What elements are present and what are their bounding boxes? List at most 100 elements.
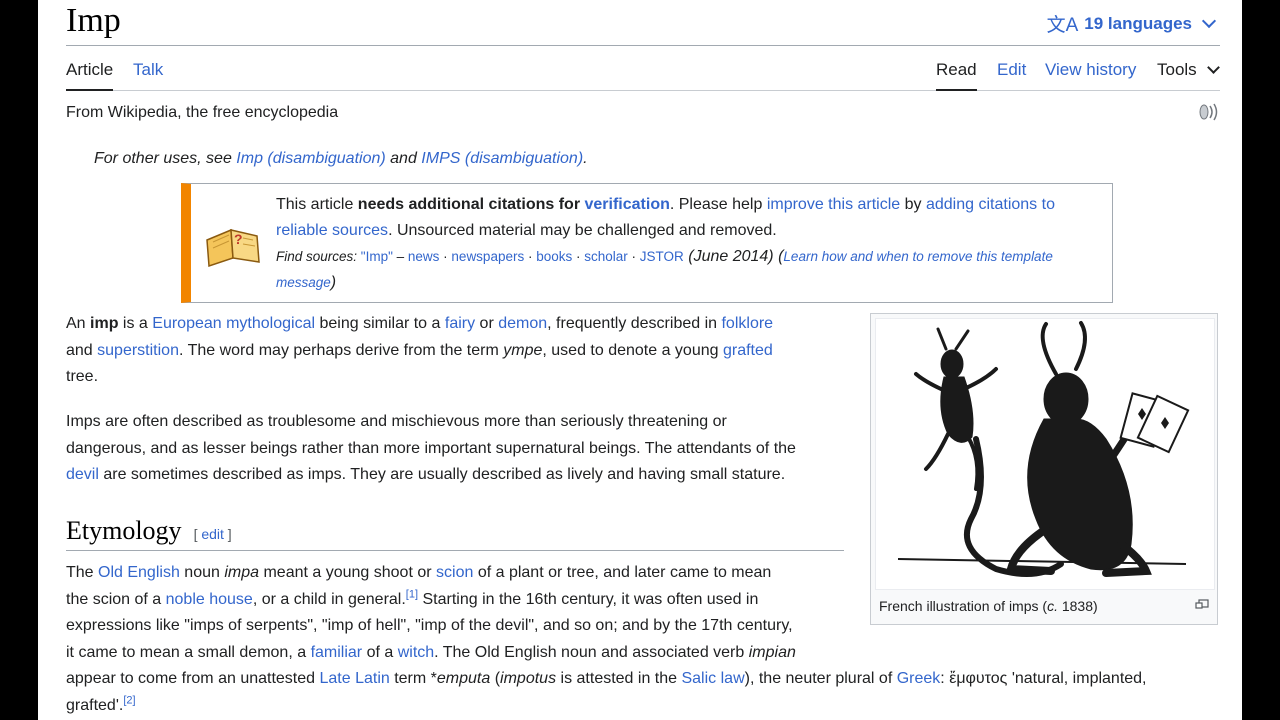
text: tree. [66,368,99,385]
language-count: 19 languages [1084,13,1192,33]
chevron-down-icon [1206,61,1220,74]
scholar-link[interactable]: scholar [584,249,628,264]
page-tabs: Article Talk Read Edit View history Tool… [66,46,1220,91]
tab-read[interactable]: Read [936,60,977,91]
noble-house-link[interactable]: noble house [166,591,253,608]
notice-text: This article needs additional citations … [276,192,1096,296]
find-sources-label: Find sources: [276,249,361,264]
text: . The word may perhaps derive from the t… [178,341,504,359]
tab-edit[interactable]: Edit [997,60,1026,80]
intro-paragraph: An imp is a European mythological being … [66,311,836,391]
text: term * [389,670,437,687]
news-link[interactable]: news [408,249,440,264]
imps-illustration[interactable] [875,318,1215,590]
familiar-link[interactable]: familiar [311,644,363,661]
title-bar: Imp 文A 19 languages [66,0,1220,46]
text: dangerous, and as lesser beings rather t… [66,439,796,457]
italic-term: impa [224,564,260,581]
text: appear to come from an unattested [66,670,320,687]
reference-2-link[interactable]: [2] [123,694,135,706]
source-query-link[interactable]: "Imp" [361,249,393,264]
text: of a [362,643,398,661]
scion-link[interactable]: scion [436,564,473,581]
greek-link[interactable]: Greek [897,670,941,687]
text: , frequently described in [547,315,722,332]
imps-disambiguation-link[interactable]: IMPS (disambiguation) [421,150,583,167]
devil-link[interactable]: devil [66,466,99,483]
italic-term: ympe [503,341,543,359]
verification-link[interactable]: verification [585,196,670,213]
text: are sometimes described as imps. They ar… [98,466,786,483]
italic-term: emputa [436,670,491,687]
page-title: Imp [66,2,121,39]
text: Imps are often described as troublesome … [66,413,727,430]
text: , used to denote a young [542,341,723,359]
question-book-icon: ? [206,228,260,268]
bracket: ] [223,526,232,542]
notice-text: ( [773,248,784,265]
folklore-link[interactable]: folklore [721,315,773,332]
etymology-heading: Etymology [ edit ] [66,516,844,551]
section-edit: [ edit ] [194,526,232,542]
salic-law-link[interactable]: Salic law [681,670,744,687]
text: is attested in the [556,670,682,687]
separator: · [627,249,640,264]
european-mythology-link[interactable]: European mythological [152,315,315,332]
text: is a [118,315,153,332]
imp-disambiguation-link[interactable]: Imp (disambiguation) [236,150,385,167]
hatnote-text: For other uses, see [94,150,237,167]
listen-audio-icon[interactable] [1196,102,1220,122]
text: or [475,315,499,332]
notice-date: (June 2014) [683,248,774,265]
bold-term: imp [90,315,119,332]
tab-article[interactable]: Article [66,60,114,91]
text: of a plant or tree, and later came to me… [473,564,772,581]
text: noun [179,564,225,581]
notice-text: . Unsourced material may be challenged a… [388,222,777,239]
translate-icon: 文A [1046,15,1079,36]
notice-text: This article [276,196,358,213]
separator: · [439,249,452,264]
notice-bold: needs additional citations for [357,196,585,213]
hatnote-text: . [583,150,588,167]
etymology-paragraph: The Old English noun impa meant a young … [66,560,1220,719]
hatnote: For other uses, see Imp (disambiguation)… [94,150,588,168]
demon-link[interactable]: demon [498,315,547,332]
section-title: Etymology [66,516,182,545]
tools-menu[interactable]: Tools [1157,60,1220,80]
improve-article-link[interactable]: improve this article [767,196,900,213]
witch-link[interactable]: witch [398,644,434,661]
text: it came to mean a small demon, a [66,643,311,661]
tagline: From Wikipedia, the free encyclopedia [66,104,339,121]
tab-view-history[interactable]: View history [1045,60,1136,80]
imps-illustration-drawing [897,321,1190,577]
newspapers-link[interactable]: newspapers [451,249,524,264]
notice-text: . Please help [669,196,767,213]
separator: · [572,249,585,264]
italic-term: impotus [500,670,557,687]
second-paragraph: Imps are often described as troublesome … [66,409,856,489]
reference-1-link[interactable]: [1] [406,588,418,600]
jstor-link[interactable]: JSTOR [640,249,684,264]
text: grafted'. [66,696,124,714]
grafted-link[interactable]: grafted [723,342,773,359]
notice-text: by [900,196,926,213]
text: An [66,315,91,332]
tab-talk[interactable]: Talk [133,60,163,80]
text: being similar to a [315,315,445,332]
superstition-link[interactable]: superstition [97,342,179,359]
text: : ἔμφυτος 'natural, implanted, [940,670,1147,687]
fairy-link[interactable]: fairy [445,315,475,332]
notice-text: ) [330,274,337,291]
edit-section-link[interactable]: edit [201,526,224,542]
hatnote-text: and [385,150,422,167]
books-link[interactable]: books [536,249,572,264]
italic-term: impian [748,643,796,661]
tools-label: Tools [1157,60,1197,79]
text: . The Old English noun and associated ve… [434,643,749,661]
old-english-link[interactable]: Old English [98,564,180,581]
language-button[interactable]: 文A 19 languages [1047,10,1218,37]
chevron-down-icon [1201,13,1217,29]
text: the scion of a [66,590,166,608]
late-latin-link[interactable]: Late Latin [319,670,389,687]
